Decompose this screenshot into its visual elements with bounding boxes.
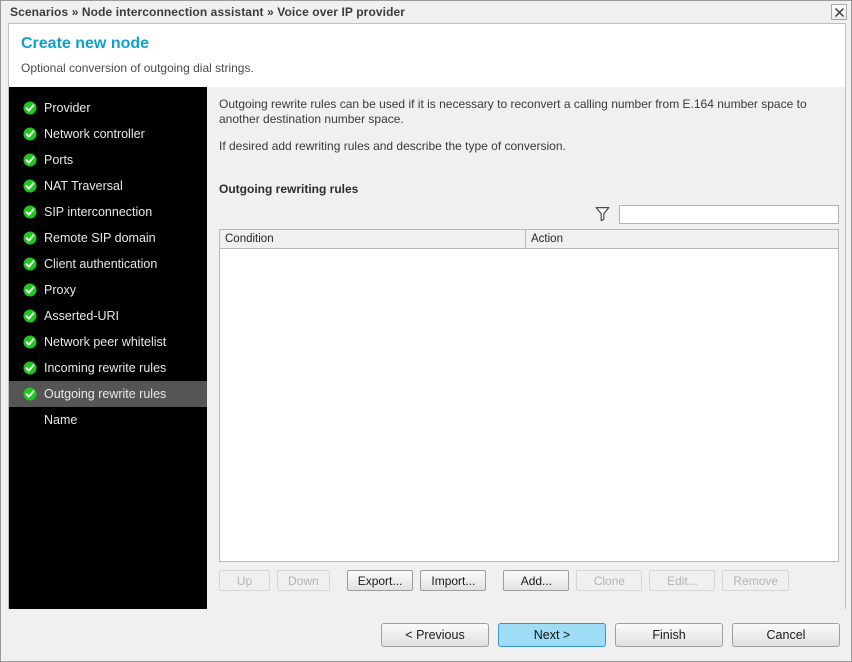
check-circle-icon <box>23 361 37 375</box>
sidebar-item-label: Network peer whitelist <box>44 335 167 349</box>
sidebar-item-label: Incoming rewrite rules <box>44 361 167 375</box>
panel-header: Create new node Optional conversion of o… <box>9 24 845 87</box>
rewrite-rules-table: Condition Action <box>219 229 839 562</box>
finish-button[interactable]: Finish <box>615 623 723 647</box>
cancel-button[interactable]: Cancel <box>732 623 840 647</box>
table-header-row: Condition Action <box>220 230 838 249</box>
export-button[interactable]: Export... <box>346 570 414 591</box>
step-content: Outgoing rewrite rules can be used if it… <box>207 87 845 610</box>
check-circle-icon <box>23 335 37 349</box>
description-paragraph-1: Outgoing rewrite rules can be used if it… <box>219 97 807 126</box>
breadcrumb: Scenarios » Node interconnection assista… <box>10 5 406 19</box>
previous-button[interactable]: < Previous <box>381 623 489 647</box>
sidebar-item-label: Provider <box>44 101 91 115</box>
sidebar-item-incoming-rewrite-rules[interactable]: Incoming rewrite rules <box>9 355 207 381</box>
sidebar-item-label: Name <box>44 413 78 427</box>
sidebar-item-label: Ports <box>44 153 74 167</box>
check-circle-icon <box>23 283 37 297</box>
table-toolbar: Up Down Export... Import... Add... Clone… <box>219 562 839 591</box>
move-up-button[interactable]: Up <box>219 570 270 591</box>
check-circle-icon <box>23 205 37 219</box>
filter-input[interactable] <box>619 204 839 224</box>
move-down-button[interactable]: Down <box>277 570 330 591</box>
import-button[interactable]: Import... <box>420 570 487 591</box>
column-header-condition[interactable]: Condition <box>220 230 526 248</box>
check-circle-icon <box>23 309 37 323</box>
clone-button[interactable]: Clone <box>576 570 643 591</box>
column-header-action[interactable]: Action <box>526 230 838 248</box>
sidebar-item-label: NAT Traversal <box>44 179 123 193</box>
edit-button[interactable]: Edit... <box>649 570 716 591</box>
title-bar: Scenarios » Node interconnection assista… <box>1 1 851 23</box>
sidebar-item-label: Proxy <box>44 283 76 297</box>
page-subtitle: Optional conversion of outgoing dial str… <box>21 61 254 75</box>
sidebar-item-provider[interactable]: Provider <box>9 95 207 121</box>
add-button[interactable]: Add... <box>503 570 570 591</box>
wizard-panel: Create new node Optional conversion of o… <box>8 23 846 611</box>
sidebar-item-nat-traversal[interactable]: NAT Traversal <box>9 173 207 199</box>
sidebar-item-label: Outgoing rewrite rules <box>44 387 167 401</box>
sidebar-item-label: Remote SIP domain <box>44 231 156 245</box>
filter-funnel-icon[interactable] <box>594 206 611 223</box>
check-circle-icon <box>23 179 37 193</box>
sidebar-item-outgoing-rewrite-rules[interactable]: Outgoing rewrite rules <box>9 381 207 407</box>
sidebar-item-label: Network controller <box>44 127 145 141</box>
panel-body: Provider Network controller Ports NAT Tr… <box>9 87 845 610</box>
description-paragraph-2: If desired add rewriting rules and descr… <box>219 139 566 153</box>
close-button[interactable] <box>831 4 847 20</box>
check-circle-icon <box>23 153 37 167</box>
check-circle-icon <box>23 101 37 115</box>
wizard-window: Scenarios » Node interconnection assista… <box>0 0 852 662</box>
sidebar-item-asserted-uri[interactable]: Asserted-URI <box>9 303 207 329</box>
check-circle-icon <box>23 387 37 401</box>
wizard-steps-sidebar: Provider Network controller Ports NAT Tr… <box>9 87 207 610</box>
sidebar-item-network-controller[interactable]: Network controller <box>9 121 207 147</box>
table-body[interactable] <box>220 249 838 561</box>
sidebar-item-sip-interconnection[interactable]: SIP interconnection <box>9 199 207 225</box>
next-button[interactable]: Next > <box>498 623 606 647</box>
check-circle-icon <box>23 257 37 271</box>
wizard-footer: < Previous Next > Finish Cancel <box>1 609 851 661</box>
check-circle-icon <box>23 231 37 245</box>
section-label: Outgoing rewriting rules <box>219 182 359 196</box>
sidebar-item-client-authentication[interactable]: Client authentication <box>9 251 207 277</box>
sidebar-item-label: SIP interconnection <box>44 205 153 219</box>
sidebar-item-network-peer-whitelist[interactable]: Network peer whitelist <box>9 329 207 355</box>
sidebar-item-label: Asserted-URI <box>44 309 120 323</box>
sidebar-item-name[interactable]: Name <box>9 407 207 433</box>
sidebar-item-proxy[interactable]: Proxy <box>9 277 207 303</box>
page-title: Create new node <box>21 35 150 52</box>
remove-button[interactable]: Remove <box>722 570 790 591</box>
sidebar-item-remote-sip-domain[interactable]: Remote SIP domain <box>9 225 207 251</box>
sidebar-item-label: Client authentication <box>44 257 158 271</box>
close-icon <box>834 7 844 17</box>
filter-row <box>219 204 839 224</box>
check-circle-icon <box>23 127 37 141</box>
sidebar-item-ports[interactable]: Ports <box>9 147 207 173</box>
